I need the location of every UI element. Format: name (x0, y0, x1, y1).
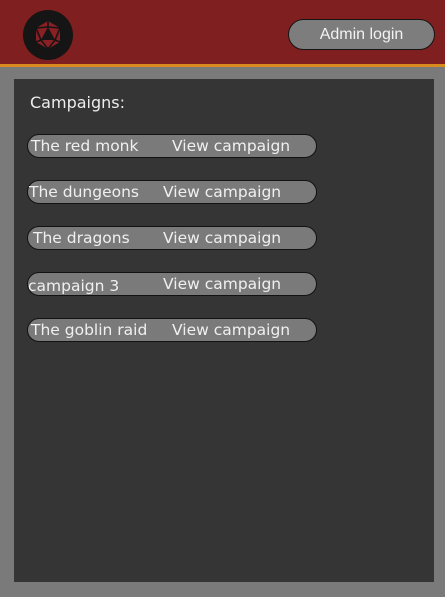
view-campaign-link[interactable]: View campaign (163, 183, 281, 201)
app-root: Admin login Campaigns: The red monk View… (0, 0, 445, 597)
view-campaign-link[interactable]: View campaign (172, 137, 290, 155)
campaign-name: campaign 3 (28, 277, 120, 295)
d20-die-icon[interactable] (23, 10, 73, 60)
campaign-row[interactable]: The goblin raid View campaign (27, 318, 317, 342)
campaigns-title: Campaigns: (30, 93, 125, 112)
view-campaign-link[interactable]: View campaign (172, 321, 290, 339)
view-campaign-link[interactable]: View campaign (163, 229, 281, 247)
view-campaign-link[interactable]: View campaign (163, 275, 281, 293)
campaign-row[interactable]: The dragons View campaign (27, 226, 317, 250)
campaign-name: The dragons (33, 229, 130, 247)
campaign-name: The dungeons (29, 183, 139, 201)
campaign-row[interactable]: The dungeons View campaign (27, 180, 317, 204)
admin-login-button[interactable]: Admin login (288, 19, 435, 50)
campaign-row[interactable]: The red monk View campaign (27, 134, 317, 158)
top-header: Admin login (0, 0, 445, 67)
campaigns-panel: Campaigns: The red monk View campaign Th… (14, 79, 434, 582)
campaign-name: The goblin raid (31, 321, 148, 339)
campaign-name: The red monk (31, 137, 139, 155)
campaign-row[interactable]: campaign 3 View campaign (27, 272, 317, 296)
